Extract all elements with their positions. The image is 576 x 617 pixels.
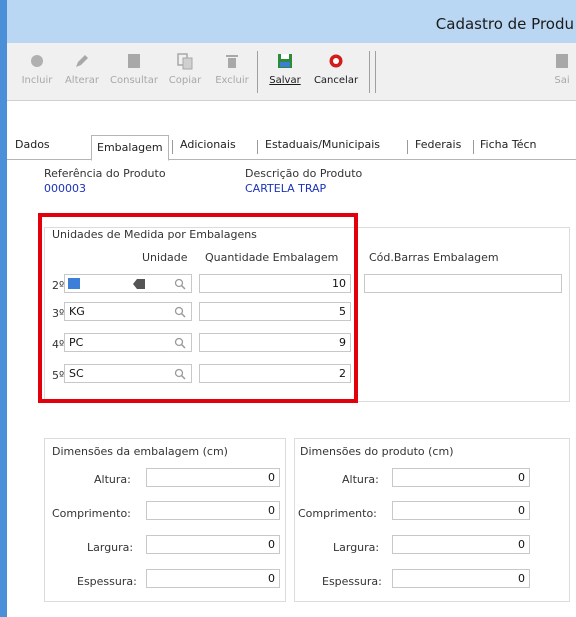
- excluir-button[interactable]: Excluir: [212, 46, 252, 96]
- comprimento-label: Comprimento:: [298, 507, 377, 520]
- prod-largura-value: 0: [518, 538, 525, 551]
- toolbar-separator: [369, 51, 370, 93]
- prod-largura-field[interactable]: 0: [392, 535, 530, 554]
- prod-espessura-value: 0: [518, 572, 525, 585]
- emb-espessura-field[interactable]: 0: [146, 569, 280, 588]
- salvar-label: Salvar: [269, 75, 301, 86]
- tab-estaduais-municipais[interactable]: Estaduais/Municipais: [265, 138, 380, 158]
- tab-strip: Dados Embalagem Adicionais Estaduais/Mun…: [7, 133, 576, 161]
- espessura-label: Espessura:: [77, 575, 137, 588]
- dim-embalagem-title: Dimensões da embalagem (cm): [52, 445, 228, 458]
- title-bar: Cadastro de Produ: [7, 0, 576, 43]
- sair-label: Sai: [554, 75, 570, 86]
- emb-largura-value: 0: [268, 538, 275, 551]
- cancelar-label: Cancelar: [313, 75, 359, 86]
- descricao-value: CARTELA TRAP: [245, 182, 327, 195]
- tab-embalagem[interactable]: Embalagem: [91, 135, 169, 161]
- incluir-button[interactable]: Incluir: [17, 46, 57, 96]
- document-icon: [128, 54, 140, 68]
- copy-icon: [177, 53, 193, 70]
- espessura-label: Espessura:: [322, 575, 382, 588]
- toolbar: Incluir Alterar Consultar Copiar Excluir…: [7, 43, 576, 101]
- referencia-value: 000003: [44, 182, 86, 195]
- emb-espessura-value: 0: [268, 572, 275, 585]
- emb-altura-value: 0: [268, 471, 275, 484]
- tab-divider: [473, 140, 474, 154]
- copiar-button[interactable]: Copiar: [165, 46, 205, 96]
- copiar-label: Copiar: [168, 75, 202, 86]
- cancelar-button[interactable]: Cancelar: [312, 46, 360, 96]
- prod-espessura-field[interactable]: 0: [392, 569, 530, 588]
- trash-icon: [226, 55, 238, 68]
- excluir-label: Excluir: [215, 75, 249, 86]
- dim-produto-title: Dimensões do produto (cm): [300, 445, 454, 458]
- tab-federais[interactable]: Federais: [415, 138, 461, 158]
- emb-largura-field[interactable]: 0: [146, 535, 280, 554]
- tab-dados[interactable]: Dados: [15, 138, 50, 158]
- consultar-button[interactable]: Consultar: [109, 46, 159, 96]
- prod-comprimento-field[interactable]: 0: [392, 501, 530, 520]
- emb-altura-field[interactable]: 0: [146, 468, 280, 487]
- prod-comprimento-value: 0: [518, 504, 525, 517]
- largura-label: Largura:: [87, 541, 134, 554]
- largura-label: Largura:: [333, 541, 380, 554]
- consultar-label: Consultar: [110, 75, 158, 86]
- tab-divider: [407, 140, 408, 154]
- emb-comprimento-field[interactable]: 0: [146, 501, 280, 520]
- alterar-button[interactable]: Alterar: [62, 46, 102, 96]
- toolbar-separator: [257, 51, 258, 93]
- exit-icon: [556, 54, 568, 68]
- tab-divider: [172, 140, 173, 154]
- alterar-label: Alterar: [64, 75, 100, 86]
- codbarras-field[interactable]: [364, 274, 562, 293]
- tab-ficha-tecnica[interactable]: Ficha Técn: [480, 138, 536, 158]
- col-codbarras: Cód.Barras Embalagem: [369, 251, 499, 264]
- incluir-label: Incluir: [21, 75, 53, 86]
- prod-altura-field[interactable]: 0: [392, 468, 530, 487]
- plus-circle-icon: [31, 55, 43, 67]
- tab-adicionais[interactable]: Adicionais: [180, 138, 236, 158]
- floppy-disk-icon: [278, 54, 292, 68]
- highlight-box: [38, 213, 358, 403]
- window-title: Cadastro de Produ: [435, 15, 574, 33]
- emb-comprimento-value: 0: [268, 504, 275, 517]
- cancel-circle-icon: [329, 54, 343, 68]
- tab-divider: [257, 140, 258, 154]
- sair-button[interactable]: Sai: [550, 46, 574, 96]
- referencia-label: Referência do Produto: [44, 167, 166, 180]
- window-frame-left: [0, 0, 7, 617]
- salvar-button[interactable]: Salvar: [265, 46, 305, 96]
- comprimento-label: Comprimento:: [52, 507, 131, 520]
- altura-label: Altura:: [94, 473, 131, 486]
- altura-label: Altura:: [342, 473, 379, 486]
- pencil-icon: [76, 55, 88, 67]
- toolbar-separator: [375, 51, 376, 93]
- descricao-label: Descrição do Produto: [245, 167, 363, 180]
- prod-altura-value: 0: [518, 471, 525, 484]
